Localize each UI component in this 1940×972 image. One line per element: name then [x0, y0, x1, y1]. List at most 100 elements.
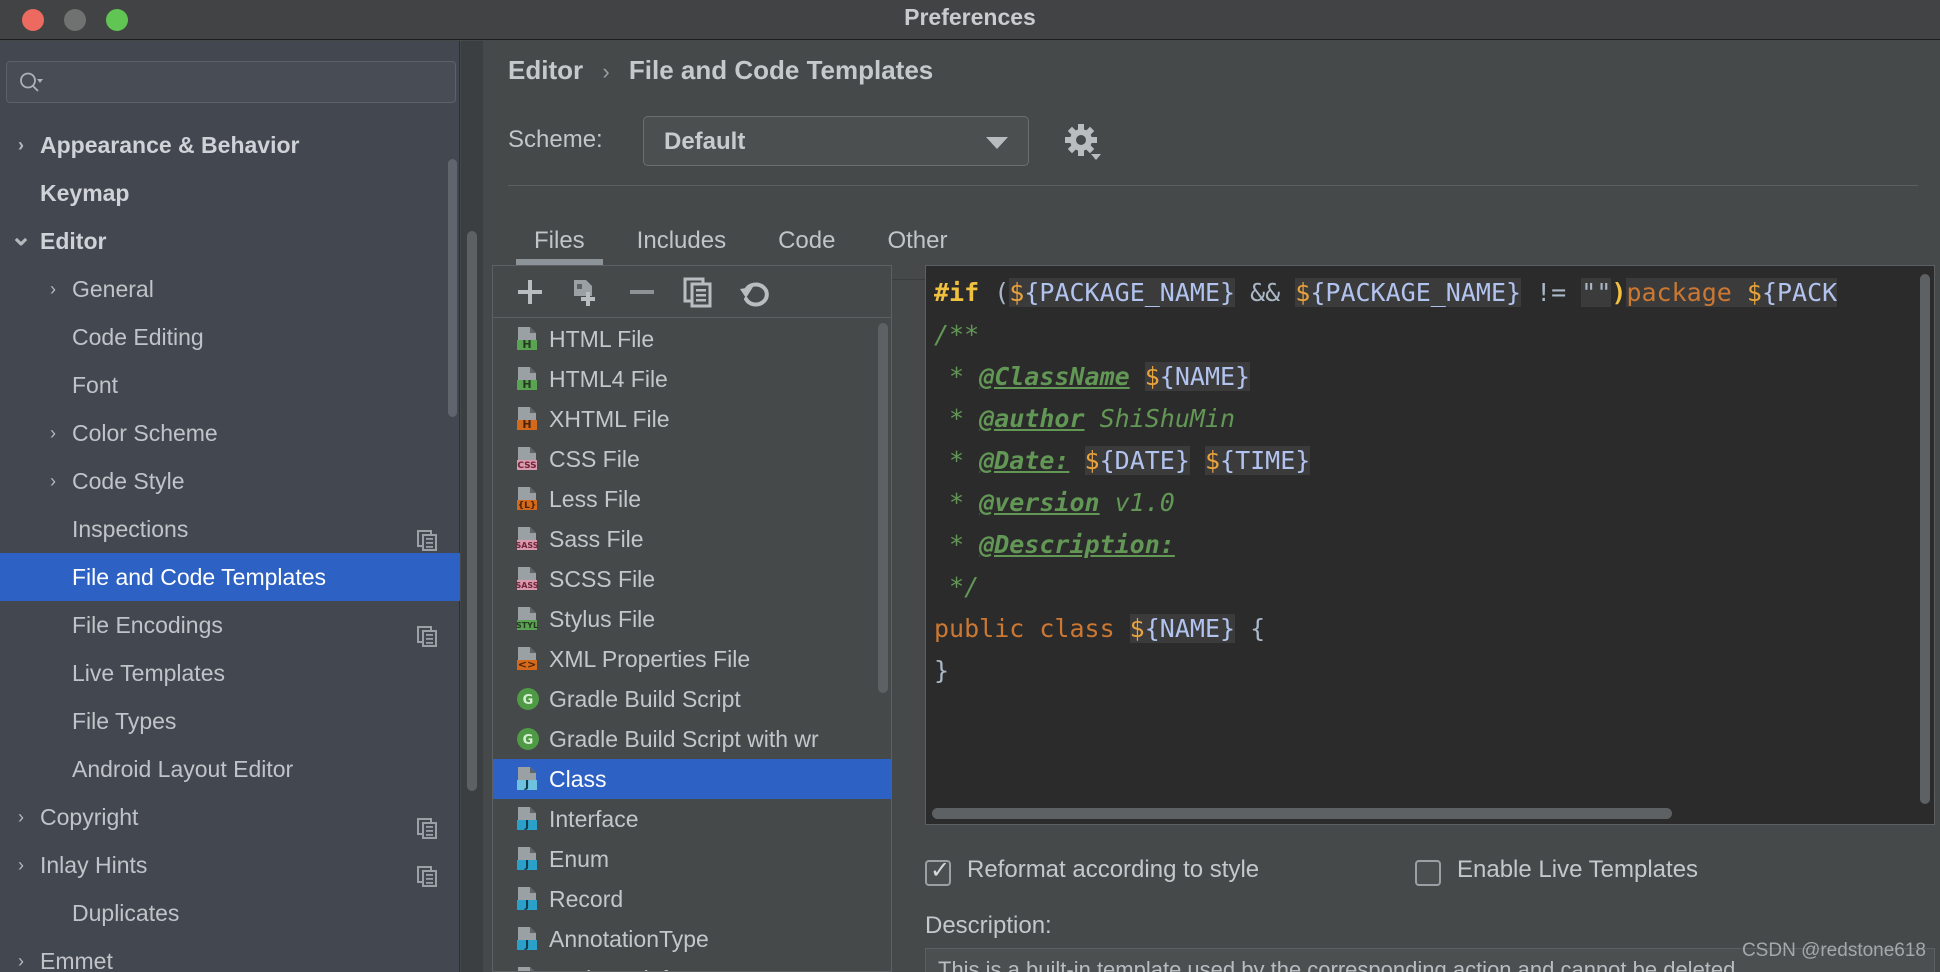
list-item[interactable]: H HTML4 File — [493, 359, 891, 399]
copy-button[interactable] — [681, 276, 715, 308]
sidebar-item-file-encodings[interactable]: File Encodings — [0, 601, 460, 649]
remove-button[interactable] — [625, 276, 659, 308]
list-item[interactable]: SASS Sass File — [493, 519, 891, 559]
search-input[interactable] — [53, 62, 449, 102]
template-list-toolbar — [493, 266, 891, 318]
list-item[interactable]: J Enum — [493, 839, 891, 879]
list-item-label: AnnotationType — [549, 926, 709, 952]
sidebar-item-live-templates[interactable]: Live Templates — [0, 649, 460, 697]
sidebar-item-label: Color Scheme — [72, 420, 218, 446]
code-token: public class — [934, 614, 1130, 643]
title-bar: Preferences — [0, 0, 1940, 40]
java-class-icon: J — [515, 846, 541, 872]
search-box[interactable] — [6, 61, 456, 103]
code-token: {NAME} — [1159, 362, 1251, 391]
java-class-icon: J — [515, 926, 541, 952]
sidebar-item-code-style[interactable]: › Code Style — [0, 457, 460, 505]
xhtml-file-icon: H — [515, 406, 541, 432]
pane-splitter[interactable] — [461, 41, 483, 972]
sidebar-item-emmet[interactable]: › Emmet — [0, 937, 460, 972]
list-item-label: HTML4 File — [549, 366, 668, 392]
list-item[interactable]: Jpackage-info — [493, 959, 891, 971]
list-item[interactable]: J Record — [493, 879, 891, 919]
svg-text:SASS: SASS — [515, 581, 538, 590]
sidebar-item-android-layout-editor[interactable]: Android Layout Editor — [0, 745, 460, 793]
list-item[interactable]: SASS SCSS File — [493, 559, 891, 599]
chevron-right-icon[interactable]: › — [42, 409, 64, 457]
chevron-right-icon[interactable]: › — [10, 121, 32, 169]
list-item[interactable]: H XHTML File — [493, 399, 891, 439]
chevron-right-icon[interactable]: › — [10, 841, 32, 889]
template-list-scrollbar[interactable] — [878, 323, 888, 693]
list-item-label: Record — [549, 886, 624, 912]
list-item[interactable]: {L} Less File — [493, 479, 891, 519]
list-item[interactable]: <> XML Properties File — [493, 639, 891, 679]
editor-horizontal-scrollbar[interactable] — [932, 808, 1672, 819]
sidebar-item-color-scheme[interactable]: › Color Scheme — [0, 409, 460, 457]
copy-icon[interactable] — [416, 615, 438, 647]
sidebar-item-file-types[interactable]: File Types — [0, 697, 460, 745]
sidebar-item-label: Inspections — [72, 516, 189, 542]
sidebar-item-appearance-behavior[interactable]: › Appearance & Behavior — [0, 121, 460, 169]
code-token: @author — [979, 404, 1085, 433]
gear-icon[interactable] — [1063, 122, 1103, 162]
add-button[interactable] — [513, 276, 547, 308]
live-templates-checkbox[interactable] — [1415, 860, 1441, 886]
code-token: $ — [1084, 446, 1100, 475]
revert-button[interactable] — [737, 276, 771, 308]
chevron-right-icon[interactable]: › — [10, 937, 32, 972]
sidebar-item-inspections[interactable]: Inspections — [0, 505, 460, 553]
chevron-right-icon[interactable]: › — [10, 793, 32, 841]
list-item-label: Class — [549, 766, 607, 792]
sidebar-item-code-editing[interactable]: Code Editing — [0, 313, 460, 361]
list-item[interactable]: H HTML File — [493, 319, 891, 359]
copy-icon[interactable] — [416, 855, 438, 887]
svg-text:STYL: STYL — [516, 621, 538, 630]
sidebar-item-font[interactable]: Font — [0, 361, 460, 409]
sidebar-item-editor[interactable]: ⌄ Editor — [0, 217, 460, 265]
reformat-label: Reformat according to style — [967, 856, 1260, 883]
list-item-label: Sass File — [549, 526, 644, 552]
sass-file-icon: SASS — [515, 526, 541, 552]
list-item[interactable]: J Class — [493, 759, 891, 799]
scheme-select[interactable]: Default — [643, 116, 1029, 166]
code-token: { — [1235, 614, 1266, 643]
sidebar-item-duplicates[interactable]: Duplicates — [0, 889, 460, 937]
chevron-down-icon[interactable]: ⌄ — [10, 217, 32, 265]
sidebar-item-keymap[interactable]: Keymap — [0, 169, 460, 217]
list-item[interactable]: G Gradle Build Script with wr — [493, 719, 891, 759]
code-token: {PACKAGE_NAME} — [1310, 278, 1522, 307]
list-item[interactable]: STYL Stylus File — [493, 599, 891, 639]
code-line: * @Description: — [926, 524, 1934, 566]
list-item[interactable]: CSS CSS File — [493, 439, 891, 479]
svg-text:H: H — [522, 418, 531, 431]
chevron-right-icon[interactable]: › — [42, 457, 64, 505]
editor-options-row: Reformat according to style Enable Live … — [925, 856, 1935, 898]
code-line: * @version v1.0 — [926, 482, 1934, 524]
pane-scrollbar[interactable] — [467, 231, 477, 791]
reformat-checkbox[interactable] — [925, 856, 951, 886]
code-line: /** — [926, 314, 1934, 356]
sidebar-item-file-and-code-templates[interactable]: File and Code Templates — [0, 553, 460, 601]
sidebar-item-general[interactable]: › General — [0, 265, 460, 313]
copy-icon[interactable] — [416, 519, 438, 551]
list-item-label: CSS File — [549, 446, 640, 472]
list-item[interactable]: G Gradle Build Script — [493, 679, 891, 719]
sidebar-item-label: Code Style — [72, 468, 185, 494]
code-token: @Date: — [979, 446, 1070, 475]
list-item[interactable]: J AnnotationType — [493, 919, 891, 959]
sidebar-item-inlay-hints[interactable]: › Inlay Hints — [0, 841, 460, 889]
list-item[interactable]: J Interface — [493, 799, 891, 839]
sidebar-item-label: Copyright — [40, 804, 139, 830]
copy-icon[interactable] — [416, 807, 438, 839]
sidebar-scrollbar[interactable] — [448, 159, 457, 417]
breadcrumb-root[interactable]: Editor — [508, 55, 583, 85]
chevron-right-icon[interactable]: › — [42, 265, 64, 313]
add-child-template-button[interactable] — [569, 276, 603, 308]
chevron-down-icon — [986, 137, 1008, 149]
editor-vertical-scrollbar[interactable] — [1920, 274, 1930, 804]
template-code-editor[interactable]: #if (${PACKAGE_NAME} && ${PACKAGE_NAME} … — [926, 266, 1934, 802]
sidebar-item-copyright[interactable]: › Copyright — [0, 793, 460, 841]
